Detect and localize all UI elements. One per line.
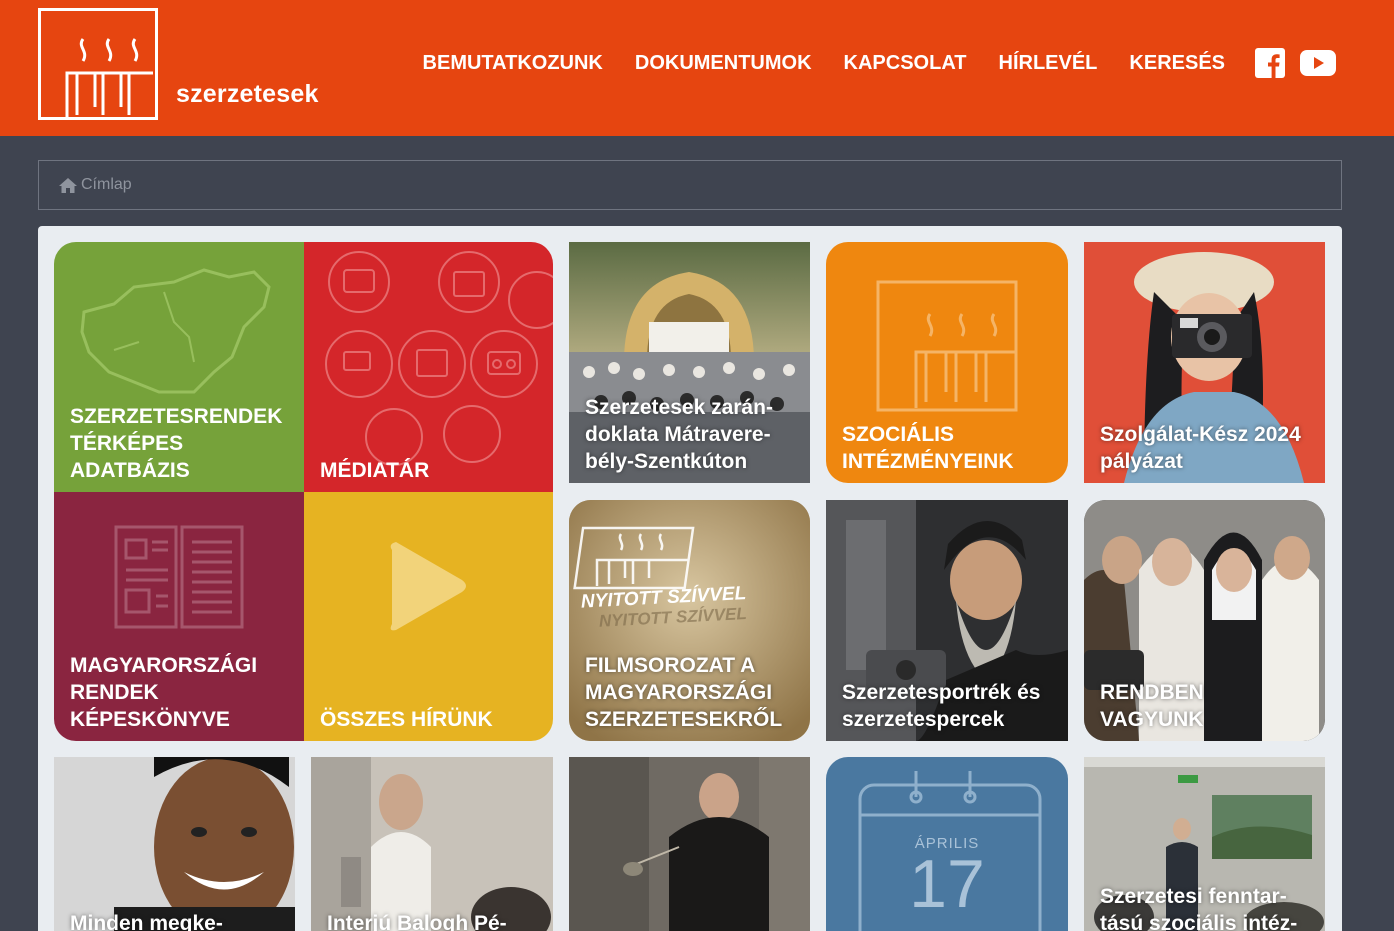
tile-szerzetesportrek[interactable]: Szerzetesportrék és szerzetespercek: [826, 500, 1068, 741]
tile-mediatar[interactable]: MÉDIATÁR: [304, 242, 553, 492]
nav-bemutatkozunk[interactable]: BEMUTATKOZUNK: [423, 52, 603, 75]
tile-szolgalat-kesz[interactable]: Szolgálat-Kész 2024 pályázat: [1084, 242, 1325, 483]
tile-map-database[interactable]: SZERZETESRENDEK TÉRKÉPES ADATBÁZIS: [54, 242, 304, 492]
nav-dokumentumok[interactable]: DOKUMENTUMOK: [635, 52, 812, 75]
calendar-day: 17: [909, 846, 985, 922]
tile-minden-megke[interactable]: Minden megke-: [54, 757, 295, 931]
tile-szerzetesportrek-label: Szerzetesportrék és szerzetespercek: [842, 681, 1041, 731]
home-icon: [59, 177, 77, 193]
tile-interju[interactable]: Interjú Balogh Pé-: [311, 757, 553, 931]
tile-calendar[interactable]: ÁPRILIS 17: [826, 757, 1068, 931]
tile-fenntartasu-label: Szerzetesi fenntar-tású szociális intéz-: [1100, 885, 1298, 931]
tile-szolgalat-label: Szolgálat-Kész 2024 pályázat: [1100, 423, 1301, 473]
nav-kereses[interactable]: KERESÉS: [1129, 52, 1225, 75]
site-header: szerzetesek BEMUTATKOZUNK DOKUMENTUMOK K…: [0, 0, 1394, 136]
monk-censer-photo: [569, 757, 810, 931]
tile-szocialis-label: SZOCIÁLIS INTÉZMÉNYEINK: [842, 423, 1014, 473]
tile-fenntartasu[interactable]: Szerzetesi fenntar-tású szociális intéz-: [1084, 757, 1325, 931]
tile-map-label: SZERZETESRENDEK TÉRKÉPES ADATBÁZIS: [70, 405, 283, 482]
breadcrumb-home[interactable]: Címlap: [59, 176, 132, 194]
tile-rendben-label: RENDBEN VAGYUNK: [1100, 681, 1204, 731]
play-icon: [390, 542, 466, 631]
media-icons-pattern: [325, 251, 553, 466]
tile-rendben-vagyunk[interactable]: RENDBEN VAGYUNK: [1084, 500, 1325, 741]
nav-kapcsolat[interactable]: KAPCSOLAT: [844, 52, 967, 75]
social-links: [1255, 48, 1336, 78]
tile-szocialis[interactable]: SZOCIÁLIS INTÉZMÉNYEINK: [826, 242, 1068, 483]
nav-hirlevel[interactable]: HÍRLEVÉL: [999, 52, 1098, 75]
tile-filmsorozat-label: FILMSOROZAT A MAGYARORSZÁGI SZERZETESEKR…: [585, 654, 783, 731]
tile-osszes-hirunk[interactable]: ÖSSZES HÍRÜNK: [304, 492, 553, 741]
breadcrumb: Címlap: [38, 160, 1342, 210]
tile-zarandoklat-label: Szerzetesek zarán-doklata Mátravere-bély…: [585, 396, 773, 473]
main-nav: BEMUTATKOZUNK DOKUMENTUMOK KAPCSOLAT HÍR…: [391, 48, 1336, 78]
tile-liturgy[interactable]: [569, 757, 810, 931]
facebook-icon[interactable]: [1255, 48, 1285, 78]
tile-osszes-hirunk-label: ÖSSZES HÍRÜNK: [320, 708, 493, 731]
logo-text: szerzetesek: [176, 80, 319, 108]
logo-frame: [38, 8, 158, 120]
smiling-man-photo: [54, 757, 295, 931]
candles-logo-icon: [65, 38, 153, 117]
site-logo[interactable]: szerzetesek: [38, 8, 318, 123]
tile-zarandoklat[interactable]: Szerzetesek zarán-doklata Mátravere-bély…: [569, 242, 810, 483]
tile-minden-label: Minden megke-: [70, 912, 223, 931]
priest-speaking-photo: [311, 757, 553, 931]
youtube-icon[interactable]: [1300, 50, 1336, 76]
tile-kepeskonyv-label: MAGYARORSZÁGI RENDEK KÉPESKÖNYVE: [70, 654, 258, 731]
tile-kepeskonyv[interactable]: MAGYARORSZÁGI RENDEK KÉPESKÖNYVE: [54, 492, 304, 741]
tile-interju-label: Interjú Balogh Pé-: [327, 912, 507, 931]
content-panel: SZERZETESRENDEK TÉRKÉPES ADATBÁZIS MÉDIA…: [38, 226, 1342, 931]
breadcrumb-home-label: Címlap: [81, 176, 132, 193]
tile-filmsorozat[interactable]: NYITOTT SZÍVVEL NYITOTT SZÍVVEL FILMSORO…: [569, 500, 810, 741]
tile-mediatar-label: MÉDIATÁR: [320, 459, 430, 482]
